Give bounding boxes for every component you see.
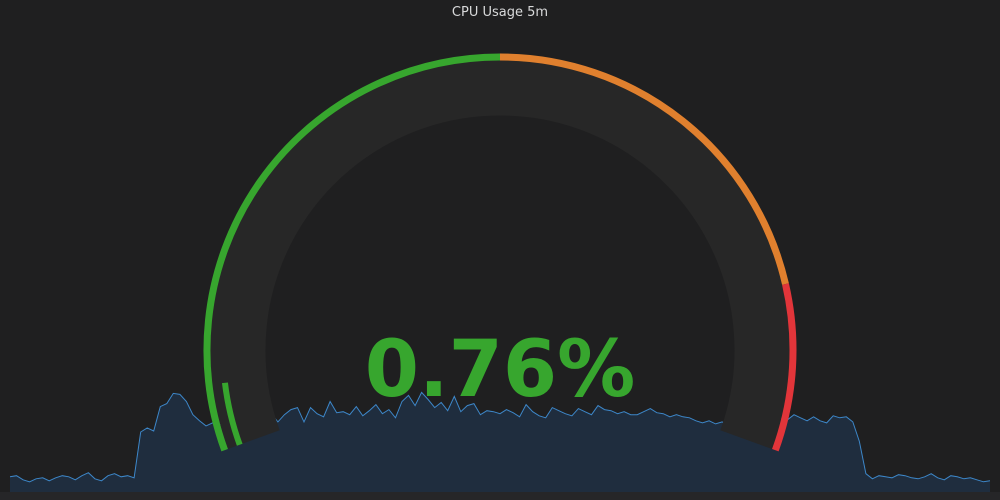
panel-visualization: 0.76% xyxy=(9,53,991,492)
gauge-value-text: 0.76% xyxy=(365,325,636,415)
panel-bottom-border xyxy=(0,492,1000,500)
gauge-panel: CPU Usage 5m 0.76% xyxy=(0,0,1000,500)
